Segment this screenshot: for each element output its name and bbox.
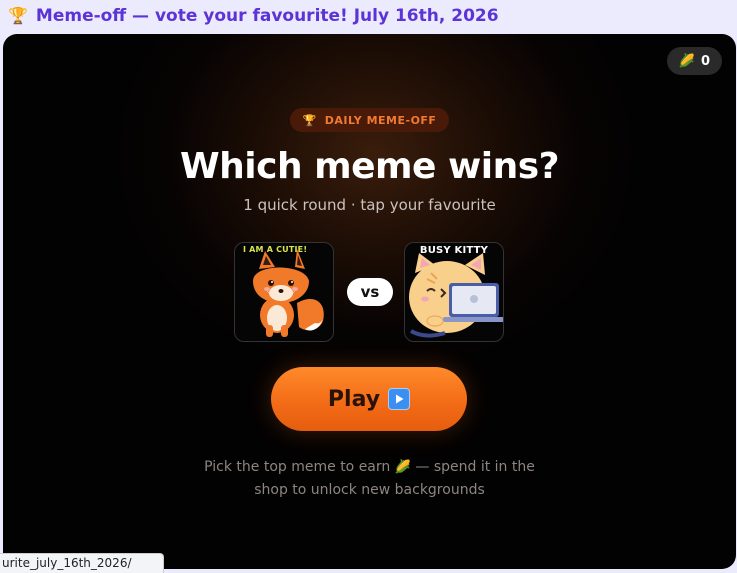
vs-badge: vs: [347, 278, 393, 306]
trophy-icon: 🏆: [8, 6, 28, 25]
play-icon: [388, 388, 411, 410]
cat-laptop-image: [409, 253, 503, 338]
status-bar-url: urite_july_16th_2026/: [0, 553, 164, 573]
daily-badge: 🏆 DAILY MEME-OFF: [290, 108, 449, 132]
fox-image: [253, 249, 324, 337]
main-subheading: 1 quick round · tap your favourite: [243, 196, 496, 214]
hint-text: Pick the top meme to earn 🌽 — spend it i…: [3, 456, 736, 501]
meme-card-cat[interactable]: BUSY KITTY: [404, 242, 504, 342]
trophy-icon: 🏆: [302, 113, 317, 127]
corn-icon: 🌽: [394, 460, 411, 475]
coin-count: 0: [700, 53, 710, 69]
page-title: Meme-off — vote your favourite! July 16t…: [35, 6, 499, 26]
play-button[interactable]: Play: [271, 367, 467, 431]
meme-card-fox[interactable]: I AM A CUTIE!: [234, 242, 334, 342]
meme-caption: BUSY KITTY: [419, 245, 489, 256]
corn-icon: 🌽: [678, 53, 695, 69]
hint-line1-after: — spend it in the: [415, 459, 535, 475]
daily-badge-label: DAILY MEME-OFF: [324, 113, 437, 127]
page-header: 🏆 Meme-off — vote your favourite! July 1…: [0, 0, 737, 32]
play-button-label: Play: [327, 386, 381, 412]
hint-line1-before: Pick the top meme to earn: [204, 459, 391, 475]
meme-app: 🌽 0 🏆 DAILY MEME-OFF Which meme wins? 1 …: [3, 34, 736, 569]
coin-balance[interactable]: 🌽 0: [666, 47, 722, 75]
hint-line2: shop to unlock new backgrounds: [254, 482, 485, 498]
main-heading: Which meme wins?: [179, 146, 560, 187]
meme-caption: I AM A CUTIE!: [243, 245, 308, 254]
